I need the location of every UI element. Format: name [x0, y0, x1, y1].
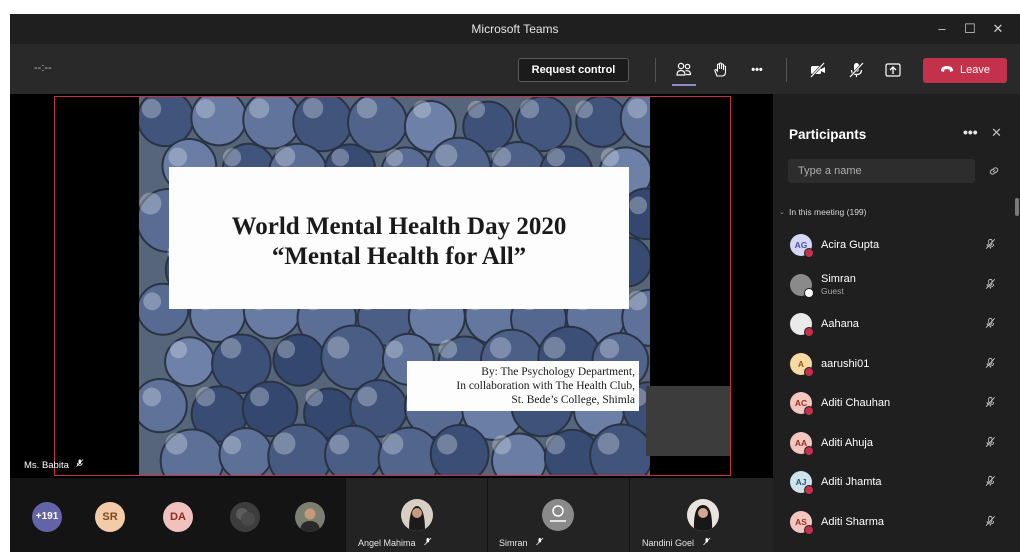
participant-name: Aditi Sharma [821, 515, 884, 528]
request-control-button[interactable]: Request control [518, 58, 629, 82]
participant-photo-avatar [401, 499, 433, 531]
mic-off-icon [75, 459, 84, 471]
presentation-slide: World Mental Health Day 2020 “Mental Hea… [54, 96, 731, 476]
panel-more-options-icon[interactable]: ••• [963, 124, 978, 140]
meeting-toolbar: --:-- Request control ••• Leave [10, 44, 1020, 94]
leave-label: Leave [960, 64, 990, 76]
participant-name-text: Simran [499, 538, 528, 548]
slide-title-box: World Mental Health Day 2020 “Mental Hea… [169, 167, 629, 309]
shared-content-stage: World Mental Health Day 2020 “Mental Hea… [10, 94, 773, 478]
participants-panel: Participants ••• ✕ ⌄ In this meeting (19… [773, 94, 1020, 552]
toolbar-divider [655, 58, 656, 82]
presence-status-dot [804, 485, 814, 495]
participant-search-input[interactable] [788, 159, 975, 183]
slide-credit-box: By: The Psychology Department, In collab… [407, 361, 639, 411]
participant-gallery-strip: +191 SR DA Angel Mahima Simran Nandini G… [10, 478, 773, 552]
presence-status-dot [804, 248, 814, 258]
participant-tile[interactable]: Angel Mahima [346, 478, 487, 552]
presence-status-dot [804, 406, 814, 416]
invite-link-icon[interactable] [988, 164, 1000, 182]
mic-off-icon [984, 395, 996, 413]
participant-name: Aditi Chauhan [821, 397, 891, 409]
mic-off-icon [984, 474, 996, 492]
in-meeting-section-header[interactable]: In this meeting (199) [789, 207, 866, 217]
more-participants-badge[interactable]: +191 [32, 502, 62, 532]
guest-avatar [542, 499, 574, 531]
mic-off-icon [702, 537, 711, 548]
panel-scrollbar[interactable] [1015, 198, 1019, 216]
leave-button[interactable]: Leave [923, 58, 1007, 83]
participant-name: Angel Mahima [358, 537, 432, 548]
presence-status-dot [804, 445, 814, 456]
credit-line: St. Bede’s College, Shimla [511, 394, 635, 406]
participant-row[interactable]: AC Aditi Chauhan [773, 383, 1020, 423]
presence-status-dot [804, 287, 814, 298]
share-screen-icon[interactable] [882, 59, 904, 81]
mic-off-icon [984, 316, 996, 334]
mic-off-icon[interactable] [845, 59, 867, 81]
self-view-video [646, 386, 730, 456]
more-actions-icon[interactable]: ••• [746, 59, 768, 81]
mic-off-icon [984, 435, 996, 453]
participant-role-label: Guest [821, 285, 844, 296]
raise-hand-icon[interactable] [709, 59, 731, 81]
maximize-button[interactable]: ☐ [958, 19, 982, 39]
meeting-timer: --:-- [34, 62, 52, 74]
participant-name: aarushi01 [821, 357, 870, 370]
slide-subtitle: “Mental Health for All” [271, 243, 527, 270]
collapse-chevron-icon[interactable]: ⌄ [779, 208, 785, 216]
participant-tile[interactable]: Simran [488, 478, 629, 552]
participant-row[interactable]: Aahana [773, 304, 1020, 344]
close-panel-icon[interactable]: ✕ [991, 125, 1002, 141]
phone-hangup-icon [940, 58, 954, 83]
mic-off-icon [984, 514, 996, 532]
participant-avatar[interactable]: DA [163, 502, 193, 532]
participant-photo-avatar [687, 499, 719, 531]
title-bar: Microsoft Teams – ☐ ✕ [10, 14, 1020, 44]
slide-title: World Mental Health Day 2020 [231, 213, 567, 240]
panel-title: Participants [789, 127, 867, 142]
participant-avatar[interactable]: SR [95, 502, 125, 532]
participant-photo-avatar[interactable] [295, 502, 325, 532]
participant-row[interactable]: AS Aditi Sharma [773, 502, 1020, 542]
participant-name: Aditi Jhamta [821, 476, 882, 488]
mic-off-icon [535, 537, 544, 548]
window-title: Microsoft Teams [471, 22, 559, 36]
participants-active-indicator [672, 84, 696, 86]
participant-name: Acira Gupta [821, 239, 880, 251]
participant-row[interactable]: Aaarushi01 [773, 344, 1020, 384]
participant-row[interactable]: AA Aditi Ahuja [773, 423, 1020, 463]
mic-off-icon [423, 537, 432, 548]
participant-name: Simran [499, 537, 544, 548]
participant-row[interactable]: Simran Guest [773, 265, 1020, 305]
presenter-label: Ms. Babita [24, 458, 84, 471]
presence-status-dot [804, 327, 814, 337]
participant-name: Aahana [821, 318, 859, 330]
participants-icon[interactable] [673, 59, 695, 81]
participant-name-text: Nandini Goel [642, 538, 695, 548]
participant-name: Aditi Ahuja [821, 436, 873, 449]
minimize-button[interactable]: – [930, 19, 954, 39]
camera-off-icon[interactable] [807, 59, 829, 81]
credit-line: By: The Psychology Department, [481, 366, 635, 378]
presence-status-dot [804, 366, 814, 377]
participant-photo-avatar[interactable] [230, 502, 260, 532]
mic-off-icon [984, 237, 996, 255]
participant-row[interactable]: AG Acira Gupta [773, 225, 1020, 265]
participant-name: Simran [821, 272, 856, 285]
participant-name: Nandini Goel [642, 537, 711, 548]
credit-line: In collaboration with The Health Club, [456, 380, 635, 392]
mic-off-icon [984, 356, 996, 374]
participant-tile[interactable]: Nandini Goel [630, 478, 773, 552]
presence-status-dot [804, 524, 814, 535]
presenter-name: Ms. Babita [24, 460, 69, 471]
close-window-button[interactable]: ✕ [986, 19, 1010, 39]
toolbar-divider [786, 58, 787, 82]
participant-row[interactable]: AJ Aditi Jhamta [773, 462, 1020, 502]
participant-name-text: Angel Mahima [358, 538, 416, 548]
mic-off-icon [984, 277, 996, 295]
